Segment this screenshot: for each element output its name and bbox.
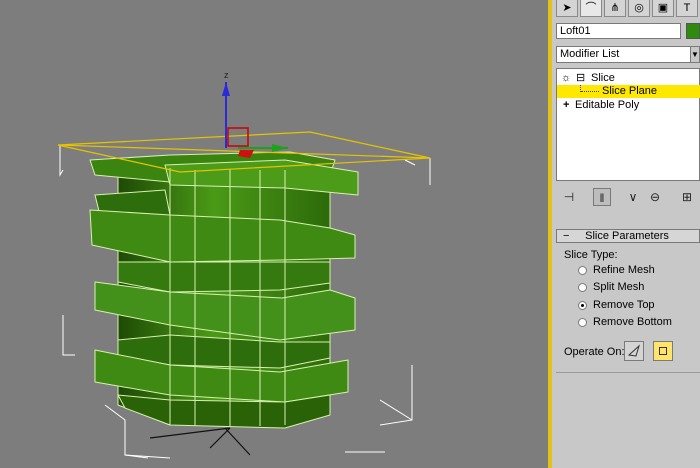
motion-icon: ◎ (634, 2, 644, 14)
expand-icon[interactable]: + (563, 99, 569, 112)
collapse-icon[interactable]: ⊟ (576, 72, 585, 85)
operate-on-polygon-button[interactable] (653, 341, 673, 361)
stack-item-label: Slice (591, 72, 615, 84)
operate-on-label: Operate On: (564, 346, 625, 358)
utilities-tab[interactable]: T (676, 0, 698, 17)
viewport-scene[interactable]: z (0, 0, 548, 468)
stack-item-label: Slice Plane (602, 85, 658, 97)
radio-remove-bottom[interactable] (578, 318, 587, 327)
pin-stack-icon[interactable]: ⊣ (560, 188, 578, 206)
show-end-result-icon[interactable]: ‖ (593, 188, 611, 206)
object-color-swatch[interactable] (686, 23, 700, 39)
hierarchy-icon: ⋔ (610, 2, 620, 14)
utilities-icon: T (683, 2, 691, 14)
command-panel: ➤ ⌒ ⋔ ◎ ▣ T Loft01 Modifier List ▼ ☼ ⊟ S… (552, 0, 700, 468)
chevron-down-icon[interactable]: ▼ (690, 46, 700, 63)
transform-gizmo: z (222, 70, 288, 158)
modifier-stack[interactable]: ☼ ⊟ Slice Slice Plane + Editable Poly (556, 68, 700, 181)
slice-parameters-rollout[interactable]: − Slice Parameters (556, 229, 700, 243)
perspective-viewport[interactable]: z (0, 0, 548, 468)
modifier-list-dropdown[interactable]: Modifier List ▼ (556, 46, 700, 63)
hierarchy-tab[interactable]: ⋔ (604, 0, 626, 17)
option-label[interactable]: Remove Bottom (593, 316, 672, 328)
lightbulb-icon[interactable]: ☼ (561, 72, 571, 85)
stack-item-editable-poly[interactable]: + Editable Poly (557, 99, 700, 112)
command-panel-tabs: ➤ ⌒ ⋔ ◎ ▣ T (552, 0, 700, 18)
radio-remove-top[interactable] (578, 301, 587, 310)
create-tab[interactable]: ➤ (556, 0, 578, 17)
stack-item-slice-plane[interactable]: Slice Plane (557, 85, 700, 98)
pivot-base (149, 427, 251, 456)
sliced-mesh (89, 151, 359, 429)
operate-on-face-button[interactable] (624, 341, 644, 361)
option-label[interactable]: Split Mesh (593, 281, 644, 293)
display-icon: ▣ (657, 2, 669, 14)
rollout-title: Slice Parameters (585, 230, 669, 242)
create-icon: ➤ (562, 2, 572, 14)
stack-item-label: Editable Poly (575, 99, 640, 111)
option-label[interactable]: Refine Mesh (593, 264, 655, 276)
option-label[interactable]: Remove Top (593, 299, 655, 311)
modify-icon: ⌒ (585, 2, 597, 14)
motion-tab[interactable]: ◎ (628, 0, 650, 17)
slice-type-label: Slice Type: (564, 249, 618, 261)
modify-tab[interactable]: ⌒ (580, 0, 602, 17)
stack-item-slice[interactable]: ☼ ⊟ Slice (557, 72, 700, 85)
radio-refine-mesh[interactable] (578, 266, 587, 275)
triangle-icon (627, 344, 640, 357)
stack-toolbar: ⊣ ‖ ∨ ⊖ ⊞ (552, 182, 700, 210)
configure-modifier-sets-icon[interactable]: ⊞ (678, 188, 696, 206)
rollout-divider (556, 372, 700, 373)
modifier-list-label: Modifier List (560, 48, 620, 60)
display-tab[interactable]: ▣ (652, 0, 674, 17)
tree-connector (581, 91, 599, 92)
remove-modifier-icon[interactable]: ⊖ (646, 188, 664, 206)
square-icon (659, 347, 667, 355)
axis-z-label: z (224, 70, 229, 80)
object-name-field[interactable]: Loft01 (556, 23, 681, 39)
radio-split-mesh[interactable] (578, 283, 587, 292)
make-unique-icon[interactable]: ∨ (624, 188, 642, 206)
